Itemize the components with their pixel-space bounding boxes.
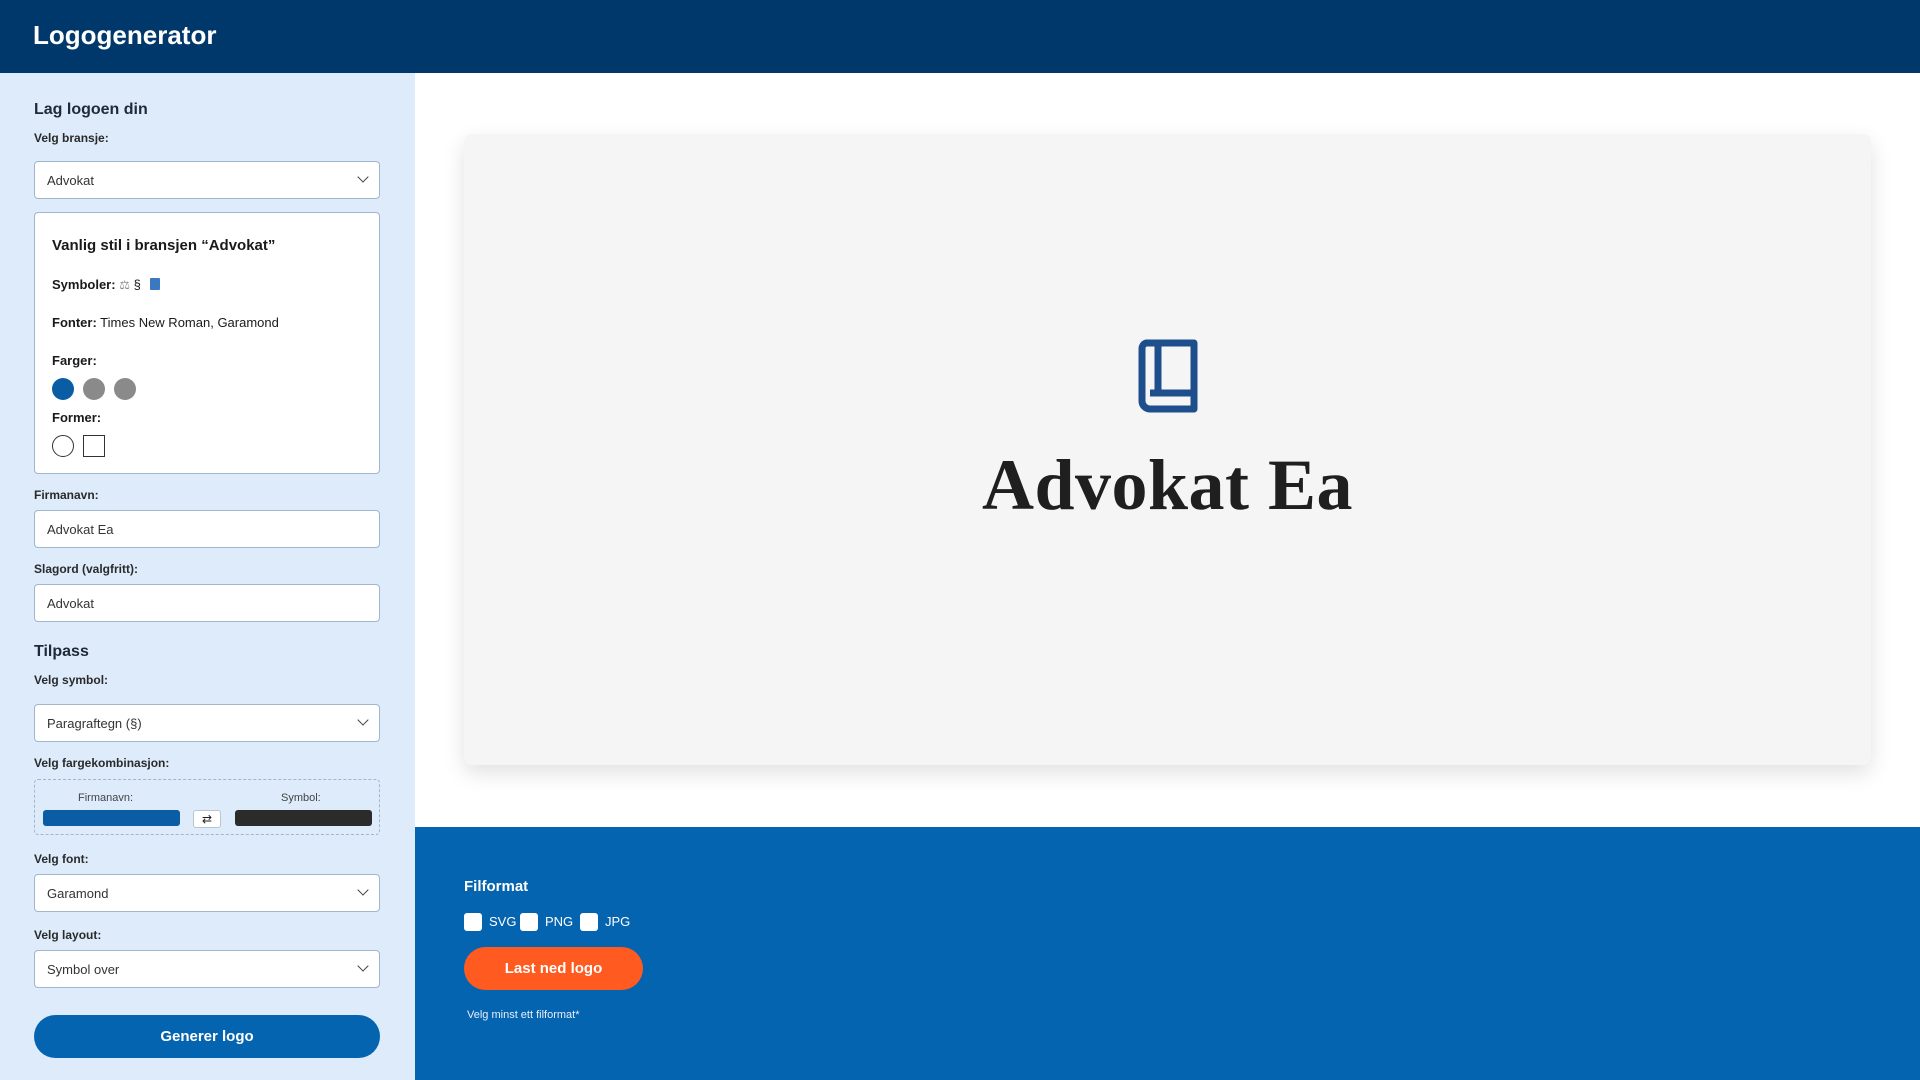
color-swatch [83,378,105,400]
square-shape-icon [83,435,105,457]
book-icon [1138,339,1198,413]
generate-logo-button[interactable]: Generer logo [34,1015,380,1058]
font-label: Velg font: [34,852,89,866]
circle-shape-icon [52,435,74,457]
fonts-row: Fonter: Times New Roman, Garamond [52,315,279,330]
symbols-label: Symboler: [52,277,116,292]
sidebar: Lag logoen din Velg bransje: Advokat Van… [0,73,415,1080]
symbols-row: Symboler: ⚖ § [52,277,161,292]
colors-row: Farger: [52,353,97,368]
style-box-title: Vanlig stil i bransjen “Advokat” [52,237,276,254]
jpg-checkbox[interactable] [580,913,598,931]
colorcombo-box: Firmanavn: Symbol: ⇄ [34,779,380,835]
logo-company-name: Advokat Ea [981,445,1354,525]
svg-checkbox[interactable] [464,913,482,931]
download-logo-button[interactable]: Last ned logo [464,947,643,990]
customize-heading: Tilpass [34,643,89,660]
svg-checkbox-label: SVG [489,914,517,929]
industry-select[interactable]: Advokat [34,161,380,199]
symbol-color-picker[interactable] [235,810,372,826]
slogan-label: Slagord (valgfritt): [34,562,138,576]
company-color-picker[interactable] [43,810,180,826]
download-panel: Filformat SVG PNG JPG Last ned logo Velg… [415,827,1920,1080]
font-select[interactable]: Garamond [34,874,380,912]
colors-label: Farger: [52,353,97,368]
symbols-text: § [133,277,141,292]
industry-label: Velg bransje: [34,131,109,145]
scales-icon: ⚖ [119,278,130,292]
layout-label: Velg layout: [34,928,102,942]
swap-colors-button[interactable]: ⇄ [193,810,221,828]
font-value: Garamond [47,886,109,901]
shapes-row: Former: [52,410,101,425]
fonts-value: Times New Roman, Garamond [100,315,279,330]
layout-select[interactable]: Symbol over [34,950,380,988]
app-title: Logogenerator [33,20,217,50]
company-input[interactable]: Advokat Ea [34,510,380,548]
color-swatch [52,378,74,400]
book-icon [150,278,161,290]
chevron-down-icon [357,884,369,896]
slogan-input[interactable]: Advokat [34,584,380,622]
layout-value: Symbol over [47,962,120,977]
slogan-input-value: Advokat [47,596,94,611]
company-input-value: Advokat Ea [47,522,114,537]
sidebar-heading: Lag logoen din [34,101,148,118]
file-format-hint: Velg minst ett filformat* [467,1009,580,1021]
png-checkbox-label: PNG [545,914,574,929]
fonts-label: Fonter: [52,315,97,330]
colorcombo-label: Velg fargekombinasjon: [34,756,170,770]
png-checkbox[interactable] [520,913,538,931]
chevron-down-icon [357,714,369,726]
symbol-select[interactable]: Paragraftegn (§) [34,704,380,742]
shapes-label: Former: [52,410,102,425]
chevron-down-icon [357,171,369,183]
industry-style-box: Vanlig stil i bransjen “Advokat” Symbole… [34,212,380,474]
industry-value: Advokat [47,173,94,188]
colorcombo-symbol-label: Symbol: [281,792,321,804]
company-label: Firmanavn: [34,488,99,502]
colorcombo-company-label: Firmanavn: [78,792,134,804]
color-swatch [114,378,136,400]
jpg-checkbox-label: JPG [605,914,631,929]
top-bar: Logogenerator [0,0,1920,73]
symbol-label: Velg symbol: [34,673,109,687]
file-format-heading: Filformat [464,878,529,895]
chevron-down-icon [357,960,369,972]
symbol-value: Paragraftegn (§) [47,716,142,731]
